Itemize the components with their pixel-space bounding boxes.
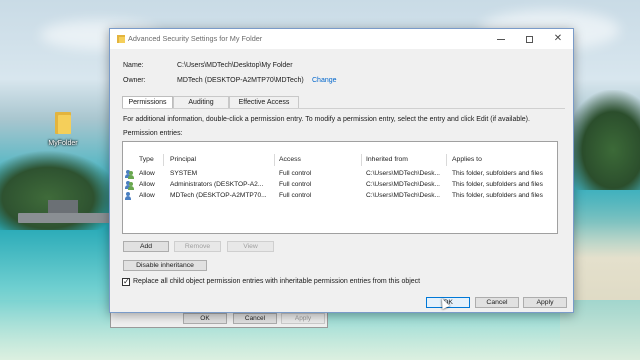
column-separator bbox=[274, 154, 275, 166]
maximize-icon bbox=[525, 35, 533, 43]
entry-principal: SYSTEM bbox=[170, 170, 198, 177]
entry-principal: Administrators (DESKTOP-A2... bbox=[170, 181, 264, 188]
column-header-principal[interactable]: Principal bbox=[170, 156, 196, 163]
entry-access: Full control bbox=[279, 192, 312, 199]
entry-inherited-from: C:\Users\MDTech\Desk... bbox=[366, 181, 441, 188]
close-button[interactable]: ✕ bbox=[544, 29, 572, 49]
permission-entries-list[interactable]: Type Principal Access Inherited from App… bbox=[122, 141, 558, 234]
folder-icon bbox=[53, 110, 73, 134]
name-label: Name: bbox=[123, 62, 144, 69]
name-value: C:\Users\MDTech\Desktop\My Folder bbox=[177, 62, 293, 69]
permission-row[interactable]: Allow MDTech (DESKTOP-A2MTP70... Full co… bbox=[123, 192, 557, 202]
minimize-button[interactable] bbox=[487, 29, 515, 49]
close-icon: ✕ bbox=[553, 33, 563, 44]
replace-child-permissions-label: Replace all child object permission entr… bbox=[133, 278, 421, 285]
permission-row[interactable]: Allow Administrators (DESKTOP-A2... Full… bbox=[123, 181, 557, 191]
maximize-button[interactable] bbox=[515, 29, 543, 49]
entry-type: Allow bbox=[139, 181, 155, 188]
wallpaper-hut bbox=[48, 200, 78, 214]
permission-row[interactable]: Allow SYSTEM Full control C:\Users\MDTec… bbox=[123, 170, 557, 180]
minimize-icon bbox=[497, 38, 505, 40]
disable-inheritance-button[interactable]: Disable inheritance bbox=[123, 260, 207, 271]
entry-applies-to: This folder, subfolders and files bbox=[452, 192, 543, 199]
entry-type: Allow bbox=[139, 192, 155, 199]
user-group-icon bbox=[125, 170, 134, 179]
column-separator bbox=[446, 154, 447, 166]
behind-ok-button[interactable]: OK bbox=[183, 313, 227, 324]
remove-button: Remove bbox=[174, 241, 221, 252]
permission-entries-label: Permission entries: bbox=[123, 130, 183, 137]
wallpaper-island-right bbox=[565, 90, 640, 190]
entry-applies-to: This folder, subfolders and files bbox=[452, 170, 543, 177]
advanced-security-dialog: Advanced Security Settings for My Folder… bbox=[109, 28, 574, 313]
user-icon bbox=[125, 192, 134, 201]
info-text: For additional information, double-click… bbox=[123, 116, 530, 123]
behind-apply-button: Apply bbox=[281, 313, 325, 324]
checkmark-icon: ✓ bbox=[123, 277, 130, 286]
title-bar[interactable]: Advanced Security Settings for My Folder… bbox=[110, 29, 573, 49]
owner-value: MDTech (DESKTOP-A2MTP70\MDTech) bbox=[177, 77, 304, 84]
view-button: View bbox=[227, 241, 274, 252]
folder-icon bbox=[117, 34, 125, 43]
behind-cancel-button[interactable]: Cancel bbox=[233, 313, 277, 324]
entry-inherited-from: C:\Users\MDTech\Desk... bbox=[366, 192, 441, 199]
entry-type: Allow bbox=[139, 170, 155, 177]
desktop-folder-label: MyFolder bbox=[48, 140, 78, 147]
wallpaper-dock bbox=[18, 213, 110, 223]
entry-access: Full control bbox=[279, 170, 312, 177]
tab-auditing[interactable]: Auditing bbox=[173, 96, 229, 108]
entry-applies-to: This folder, subfolders and files bbox=[452, 181, 543, 188]
change-owner-link[interactable]: Change bbox=[312, 77, 337, 84]
cancel-button[interactable]: Cancel bbox=[475, 297, 519, 308]
window-title: Advanced Security Settings for My Folder bbox=[128, 34, 263, 43]
replace-child-permissions-checkbox[interactable]: ✓ bbox=[122, 277, 130, 286]
column-header-access[interactable]: Access bbox=[279, 156, 301, 163]
user-group-icon bbox=[125, 181, 134, 190]
column-header-inherited-from[interactable]: Inherited from bbox=[366, 156, 408, 163]
entry-access: Full control bbox=[279, 181, 312, 188]
tab-divider bbox=[122, 108, 565, 109]
column-separator bbox=[361, 154, 362, 166]
column-separator bbox=[163, 154, 164, 166]
column-header-applies-to[interactable]: Applies to bbox=[452, 156, 482, 163]
entry-inherited-from: C:\Users\MDTech\Desk... bbox=[366, 170, 441, 177]
column-header-type[interactable]: Type bbox=[139, 156, 154, 163]
entry-principal: MDTech (DESKTOP-A2MTP70... bbox=[170, 192, 267, 199]
owner-label: Owner: bbox=[123, 77, 146, 84]
add-button[interactable]: Add bbox=[123, 241, 169, 252]
apply-button[interactable]: Apply bbox=[523, 297, 567, 308]
tab-effective-access[interactable]: Effective Access bbox=[229, 96, 299, 108]
desktop-folder-icon[interactable]: MyFolder bbox=[40, 110, 86, 147]
